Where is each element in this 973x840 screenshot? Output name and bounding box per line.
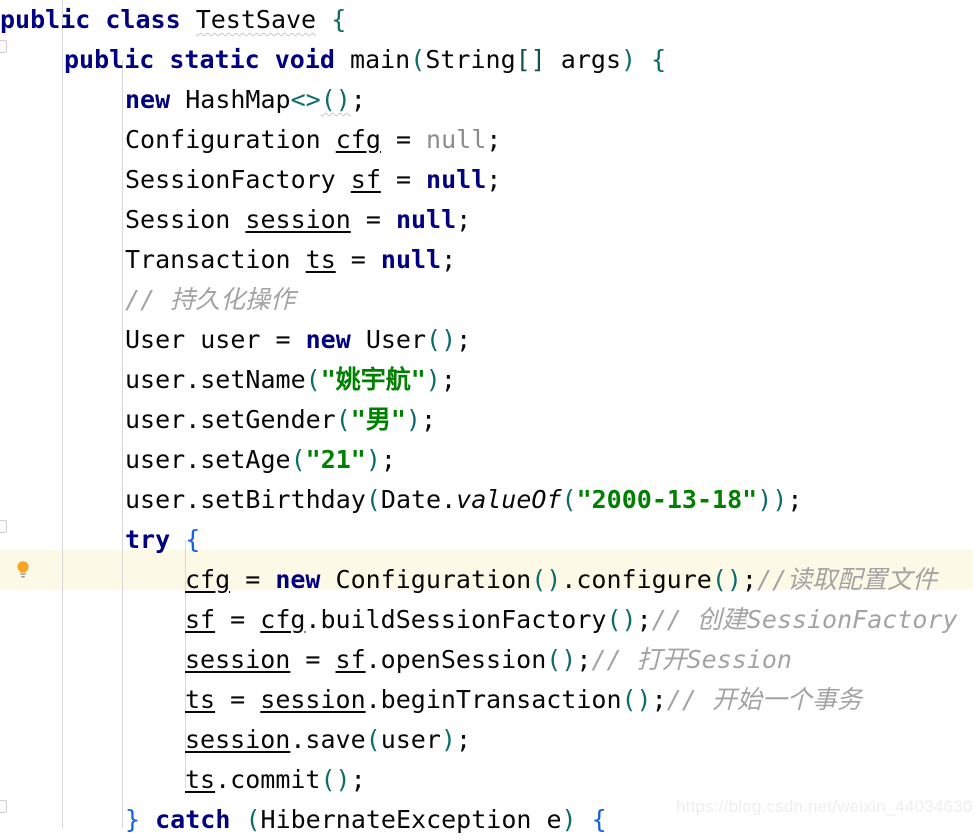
- lightbulb-icon[interactable]: [14, 560, 32, 580]
- comment-persistence-operation: // 持久化操作: [125, 285, 296, 314]
- token-type-transaction: Transaction: [125, 245, 291, 274]
- token-local-sf: sf: [350, 165, 381, 194]
- token-local-ts: ts: [305, 245, 336, 274]
- token-local-session: session: [185, 725, 291, 754]
- code-line-19[interactable]: session.save(user);: [0, 720, 973, 760]
- token-null: null: [426, 125, 487, 154]
- string-literal-name: "姚宇航": [320, 365, 426, 394]
- token-local-cfg: cfg: [185, 565, 231, 594]
- token-keyword-public: public: [0, 5, 91, 34]
- token-type-session: Session: [125, 205, 231, 234]
- string-literal-birthday: "2000-13-18": [576, 485, 758, 514]
- code-line-12[interactable]: user.setAge("21");: [0, 440, 973, 480]
- code-line-17[interactable]: session = sf.openSession();// 打开Session: [0, 640, 973, 680]
- csdn-watermark: https://blog.csdn.net/weixin_44034630: [676, 797, 973, 816]
- token-keyword-try: try: [125, 525, 171, 554]
- token-brace: {: [331, 5, 347, 34]
- token-local-cfg: cfg: [335, 125, 381, 154]
- token-null: null: [380, 245, 442, 274]
- comment-create-sessionfactory: // 创建SessionFactory: [651, 605, 958, 634]
- comment-begin-transaction: // 开始一个事务: [666, 685, 862, 714]
- token-method-main: main: [350, 45, 411, 74]
- code-line-3[interactable]: new HashMap<>();: [0, 80, 973, 120]
- string-literal-age: "21": [305, 445, 366, 474]
- code-line-5[interactable]: SessionFactory sf = null;: [0, 160, 973, 200]
- token-local-sf: sf: [185, 605, 216, 634]
- token-class-name: TestSave: [195, 5, 317, 34]
- comment-open-session: // 打开Session: [591, 645, 792, 674]
- code-line-11[interactable]: user.setGender("男");: [0, 400, 973, 440]
- token-keyword-new: new: [305, 325, 351, 354]
- token-local-ts: ts: [185, 765, 216, 794]
- string-literal-gender: "男": [350, 405, 406, 434]
- token-null: null: [395, 205, 457, 234]
- token-local-cfg: cfg: [260, 605, 306, 634]
- code-line-8[interactable]: // 持久化操作: [0, 280, 973, 320]
- token-keyword-catch: catch: [155, 805, 231, 834]
- token-call-setname: user.setName: [125, 365, 306, 394]
- code-line-1[interactable]: public class TestSave {: [0, 0, 973, 40]
- token-brace: {: [185, 525, 201, 554]
- code-line-14[interactable]: try {: [0, 520, 973, 560]
- token-call-setage: user.setAge: [125, 445, 291, 474]
- code-line-18[interactable]: ts = session.beginTransaction();// 开始一个事…: [0, 680, 973, 720]
- code-line-9[interactable]: User user = new User();: [0, 320, 973, 360]
- token-call-setgender: user.setGender: [125, 405, 336, 434]
- token-keyword-new: new: [125, 85, 171, 114]
- code-line-2[interactable]: public static void main(String[] args) {: [0, 40, 973, 80]
- code-line-7[interactable]: Transaction ts = null;: [0, 240, 973, 280]
- code-editor[interactable]: public class TestSave { public static vo…: [0, 0, 973, 834]
- token-keyword-new: new: [275, 565, 321, 594]
- token-null: null: [426, 165, 487, 194]
- token-local-session: session: [245, 205, 351, 234]
- code-line-15[interactable]: cfg = new Configuration().configure();//…: [0, 560, 973, 600]
- token-keyword-public: public: [64, 45, 155, 74]
- token-local-session: session: [185, 645, 291, 674]
- token-brace: {: [591, 805, 607, 834]
- token-local-sf: sf: [335, 645, 366, 674]
- code-line-20[interactable]: ts.commit();: [0, 760, 973, 800]
- token-type-hashmap: HashMap: [185, 85, 291, 114]
- token-type-user: User user: [125, 325, 261, 354]
- code-line-6[interactable]: Session session = null;: [0, 200, 973, 240]
- token-keyword-class: class: [105, 5, 181, 34]
- token-type-configuration: Configuration: [125, 125, 321, 154]
- code-line-13[interactable]: user.setBirthday(Date.valueOf("2000-13-1…: [0, 480, 973, 520]
- token-brace: }: [125, 805, 141, 834]
- token-keyword-void: void: [274, 45, 335, 74]
- token-empty-args: (): [320, 85, 351, 114]
- code-line-10[interactable]: user.setName("姚宇航");: [0, 360, 973, 400]
- token-keyword-static: static: [169, 45, 260, 74]
- token-call-setbirthday: user.setBirthday: [125, 485, 366, 514]
- token-type-sessionfactory: SessionFactory: [125, 165, 336, 194]
- code-line-4[interactable]: Configuration cfg = null;: [0, 120, 973, 160]
- token-static-valueof: valueOf: [456, 485, 562, 514]
- code-line-16[interactable]: sf = cfg.buildSessionFactory();// 创建Sess…: [0, 600, 973, 640]
- token-local-ts: ts: [185, 685, 216, 714]
- comment-read-config-file: //读取配置文件: [756, 565, 938, 594]
- token-local-session: session: [260, 685, 366, 714]
